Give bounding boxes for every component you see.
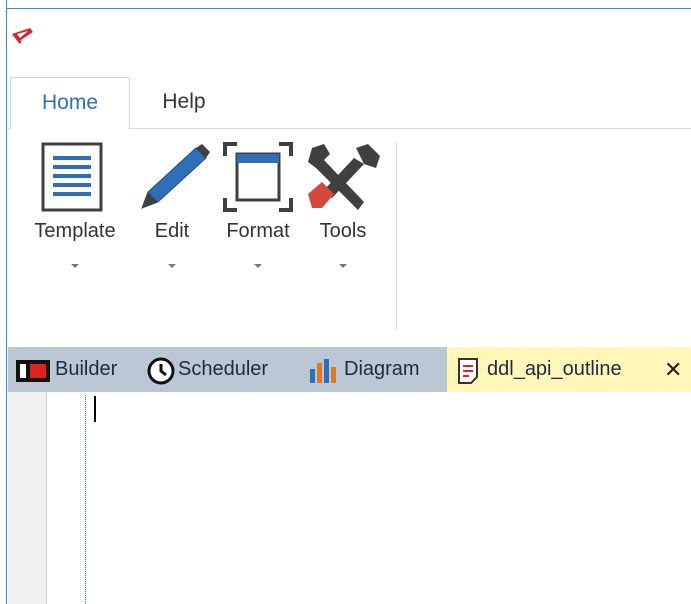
tab-builder-label: Builder bbox=[55, 358, 118, 380]
tab-home[interactable]: Home bbox=[10, 77, 130, 129]
close-tab-icon[interactable]: ✕ bbox=[664, 347, 682, 392]
document-tab-strip: Builder Scheduler Diagram ddl_api_outlin… bbox=[8, 347, 691, 392]
tab-builder[interactable]: Builder bbox=[8, 347, 133, 392]
bar-chart-icon bbox=[310, 359, 336, 383]
format-dropdown-arrow-icon[interactable] bbox=[254, 264, 262, 268]
window-left-border bbox=[0, 0, 7, 604]
tab-scheduler[interactable]: Scheduler bbox=[141, 347, 293, 392]
code-editor[interactable] bbox=[8, 392, 691, 604]
template-button[interactable]: Template bbox=[24, 142, 126, 272]
format-button[interactable]: Format bbox=[218, 142, 298, 272]
tab-scheduler-label: Scheduler bbox=[178, 358, 269, 380]
app-window: Home Help Template Edit Format Tools Bui… bbox=[0, 0, 691, 604]
text-caret bbox=[94, 396, 96, 422]
indent-guide bbox=[85, 395, 86, 604]
tab-diagram-label: Diagram bbox=[344, 358, 420, 380]
tab-diagram[interactable]: Diagram bbox=[304, 347, 436, 392]
editor-gutter bbox=[8, 392, 47, 604]
ribbon-group-separator bbox=[396, 142, 397, 330]
edit-dropdown-arrow-icon[interactable] bbox=[168, 264, 176, 268]
tab-help[interactable]: Help bbox=[144, 77, 224, 129]
app-logo-icon[interactable] bbox=[8, 22, 36, 48]
builder-icon bbox=[16, 360, 50, 382]
edit-label: Edit bbox=[154, 220, 190, 242]
tab-ddl-api-outline[interactable]: ddl_api_outline ✕ bbox=[447, 347, 691, 392]
ribbon-tab-bar: Home Help bbox=[8, 75, 691, 129]
document-icon bbox=[458, 358, 478, 384]
clock-icon bbox=[147, 357, 175, 385]
tools-label: Tools bbox=[319, 220, 367, 242]
tools-button[interactable]: Tools bbox=[302, 142, 384, 272]
format-label: Format bbox=[226, 220, 290, 242]
format-frame-icon bbox=[223, 142, 293, 212]
template-label: Template bbox=[34, 220, 116, 242]
edit-button[interactable]: Edit bbox=[134, 142, 210, 272]
tab-ddl-api-outline-label: ddl_api_outline bbox=[487, 358, 622, 380]
tools-dropdown-arrow-icon[interactable] bbox=[339, 264, 347, 268]
tools-icon bbox=[308, 144, 380, 210]
template-dropdown-arrow-icon[interactable] bbox=[71, 264, 79, 268]
title-bar bbox=[8, 9, 691, 75]
window-top-border bbox=[0, 0, 691, 9]
template-icon bbox=[41, 142, 103, 212]
pencil-icon bbox=[141, 144, 210, 209]
